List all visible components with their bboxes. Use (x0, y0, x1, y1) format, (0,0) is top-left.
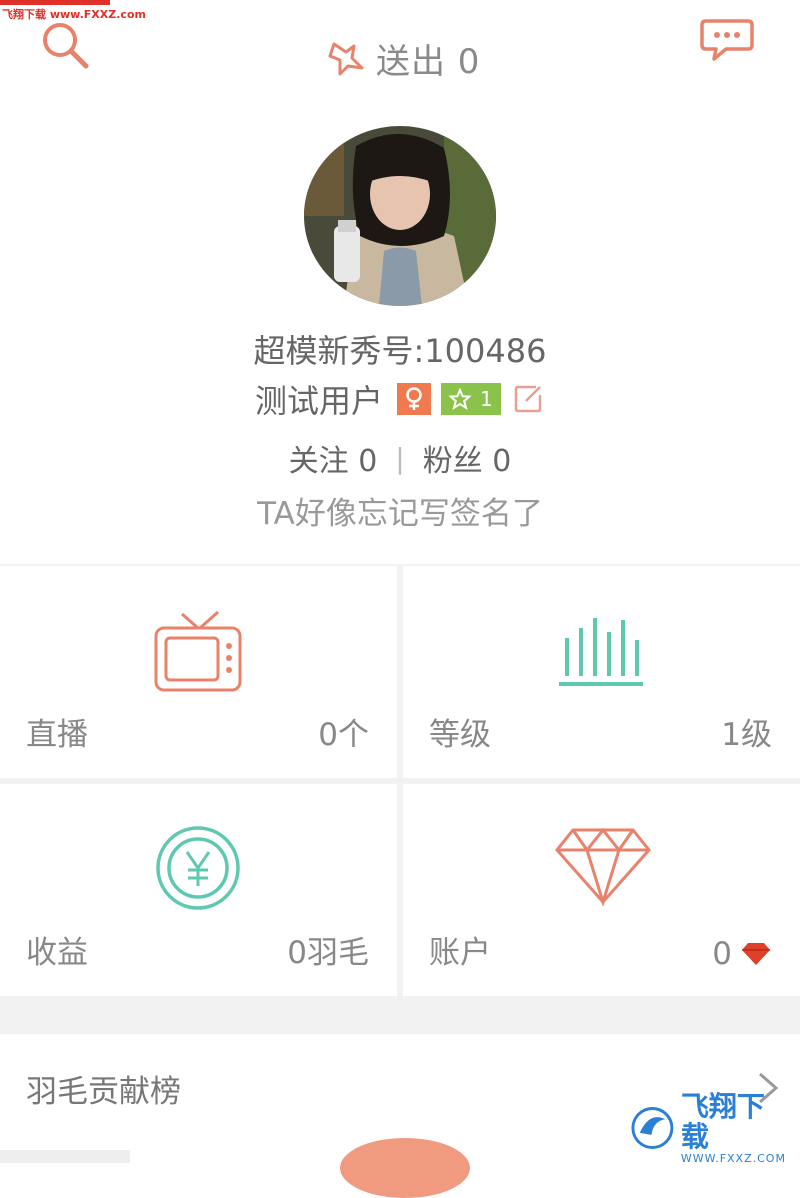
signature: TA好像忘记写签名了 (257, 496, 543, 532)
chat-bubble-icon[interactable] (698, 16, 756, 64)
watermark-corner: 飞翔下载 WWW.FXXZ.COM (630, 1091, 790, 1165)
watermark-corner-main: 飞翔下载 (680, 1089, 765, 1153)
follow-row: 关注 0 | 粉丝 0 (0, 436, 800, 480)
bar-chart-icon (557, 614, 645, 688)
yen-coin-icon (154, 824, 242, 912)
fans-count[interactable]: 粉丝 0 (423, 436, 512, 480)
live-value: 0个 (318, 717, 369, 753)
account-cell[interactable]: 账户 0 (403, 784, 800, 996)
level-label: 等级 (429, 717, 491, 753)
income-value: 0羽毛 (287, 935, 369, 971)
live-cell[interactable]: 直播 0个 (0, 566, 397, 778)
account-value: 0 (712, 936, 732, 972)
search-icon[interactable] (38, 18, 92, 72)
avatar[interactable] (304, 126, 496, 306)
feather-rank-label: 羽毛贡献榜 (26, 1074, 181, 1110)
level-badge: 1 (441, 383, 501, 415)
follow-count[interactable]: 关注 0 (289, 436, 378, 480)
income-cell[interactable]: 收益 0羽毛 (0, 784, 397, 996)
level-badge-number: 1 (479, 387, 493, 411)
follow-separator: | (395, 441, 405, 475)
level-cell[interactable]: 等级 1级 (403, 566, 800, 778)
ruby-icon (742, 943, 770, 965)
user-name: 测试用户 (254, 382, 383, 420)
account-label: 账户 (429, 935, 491, 971)
tv-icon (150, 610, 246, 696)
watermark-top-bar (0, 0, 110, 5)
account-value-group: 0 (712, 936, 772, 972)
level-value: 1级 (721, 717, 772, 753)
diamond-icon (553, 826, 653, 906)
star-send-icon (328, 42, 364, 76)
section-gap (0, 1000, 800, 1034)
live-label: 直播 (26, 717, 88, 753)
bottom-center-button[interactable] (340, 1138, 470, 1198)
star-icon (449, 388, 472, 410)
income-label: 收益 (26, 935, 88, 971)
sent-label: 送出 0 (376, 41, 481, 82)
name-row: 测试用户 1 (0, 376, 800, 422)
bottom-divider (0, 1150, 130, 1163)
sent-counter[interactable]: 送出 0 (326, 34, 480, 82)
female-icon (397, 383, 431, 415)
user-id: 超模新秀号:100486 (253, 332, 547, 370)
edit-icon[interactable] (511, 382, 545, 416)
watermark-logo-icon (631, 1107, 674, 1149)
